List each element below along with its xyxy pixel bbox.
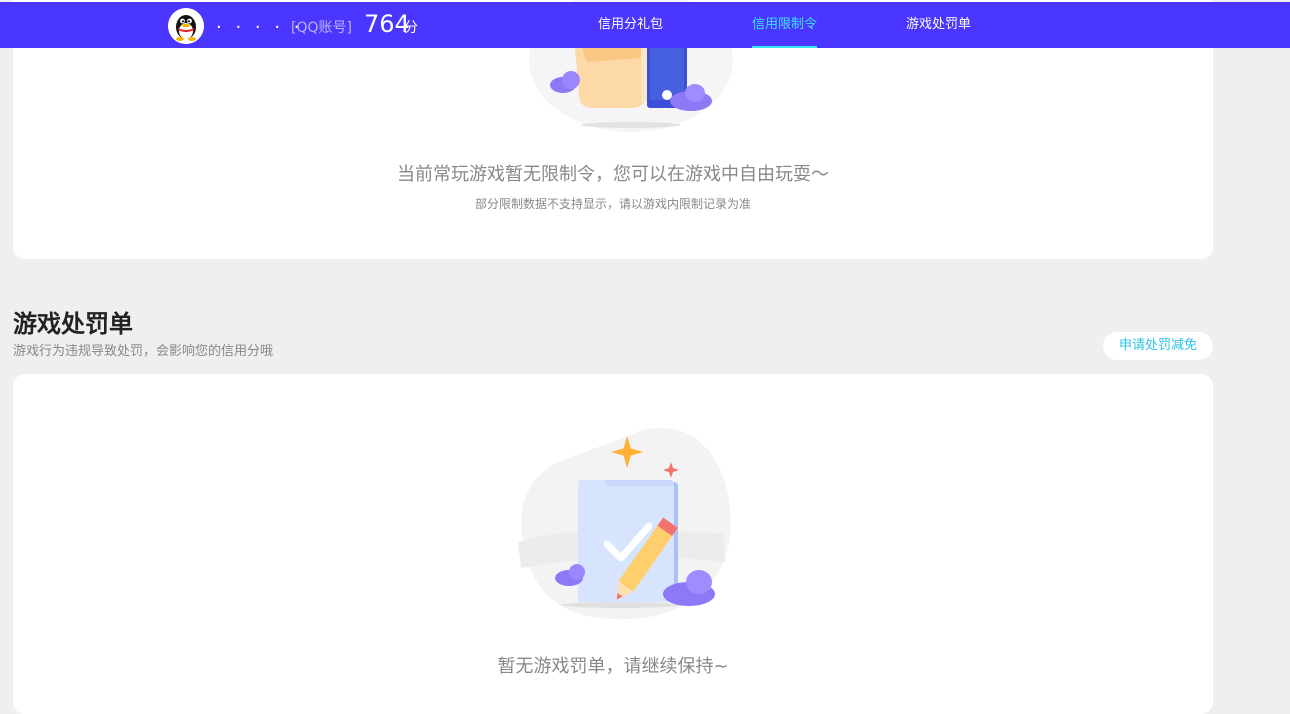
top-nav-bar: . . . . . [QQ账号] 764 分 信用分礼包 信用限制令 游戏处罚单: [0, 2, 1290, 48]
section-subtitle: 游戏行为违规导致处罚，会影响您的信用分哦: [13, 344, 274, 359]
avatar[interactable]: [168, 8, 204, 44]
nav-tab-label: 游戏处罚单: [906, 17, 972, 32]
qq-penguin-icon: [168, 8, 204, 44]
credit-score: 764: [364, 10, 410, 38]
penalty-empty-message: 暂无游戏罚单，请继续保持~: [497, 656, 729, 677]
nav-tab-game-penalty[interactable]: 游戏处罚单: [906, 2, 971, 48]
account-type-label: [QQ账号]: [291, 20, 352, 36]
nav-tab-label: 信用分礼包: [598, 17, 664, 32]
credit-score-unit: 分: [404, 20, 418, 36]
restriction-note: 部分限制数据不支持显示，请以游戏内限制记录为准: [474, 197, 751, 211]
penalty-card: 暂无游戏罚单，请继续保持~: [13, 374, 1213, 714]
restriction-empty-message: 当前常玩游戏暂无限制令，您可以在游戏中自由玩耍～: [397, 164, 829, 185]
nav-tab-credit-gift[interactable]: 信用分礼包: [598, 2, 663, 48]
active-tab-indicator: [752, 46, 818, 48]
nav-tab-label: 信用限制令: [752, 17, 818, 32]
section-title: 游戏处罚单: [13, 310, 133, 338]
apply-penalty-reduction-button[interactable]: 申请处罚减免: [1103, 332, 1213, 360]
checklist-pencil-illustration: [518, 428, 731, 620]
nav-tab-credit-restriction[interactable]: 信用限制令: [752, 2, 818, 48]
